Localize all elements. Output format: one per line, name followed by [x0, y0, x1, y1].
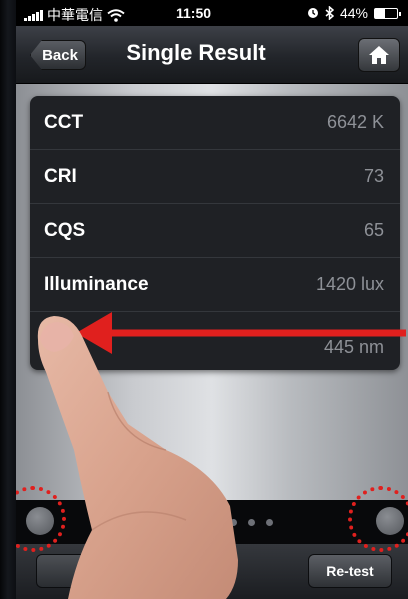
app-screen: 中華電信 11:50 44% Back Single Result CCT 66… — [16, 0, 408, 599]
pointing-hand-icon — [37, 316, 238, 599]
